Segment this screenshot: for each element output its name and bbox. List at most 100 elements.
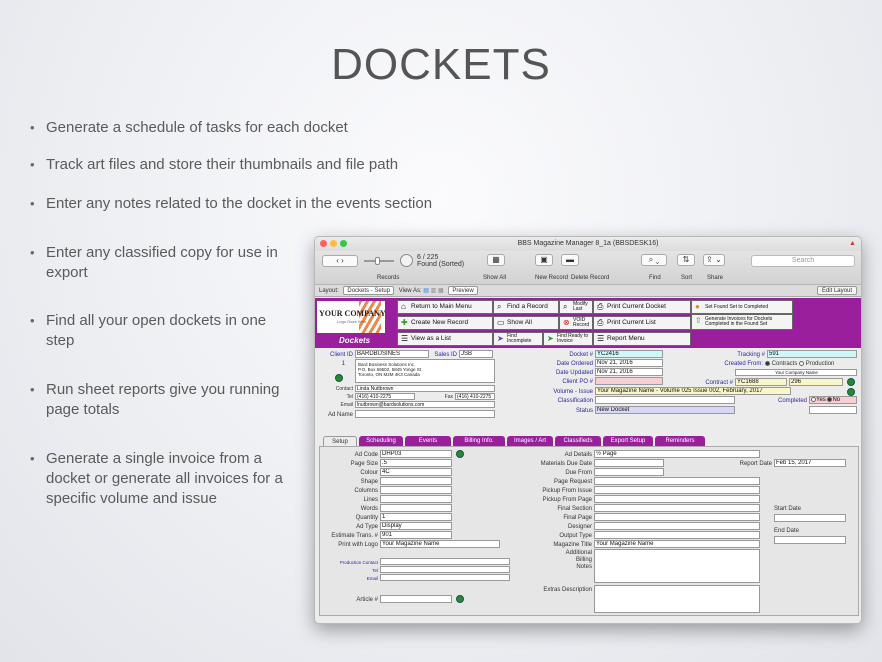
page-size-field[interactable]: .5 <box>380 459 452 467</box>
record-nav-button[interactable]: ‹ › <box>322 255 358 267</box>
production-radio[interactable] <box>799 360 805 366</box>
extras-description-field[interactable] <box>594 585 760 613</box>
date-updated-field[interactable]: Nov 21, 2016 <box>595 368 663 376</box>
tab-setup[interactable]: Setup <box>323 436 357 446</box>
return-main-menu-button[interactable]: ⌂ Return to Main Menu <box>397 300 493 314</box>
due-from-field[interactable] <box>594 468 664 476</box>
company-name-field[interactable]: Your Company Name <box>735 369 857 376</box>
sort-icon[interactable]: ⇅ <box>677 254 695 266</box>
production-contact-field[interactable] <box>380 558 510 565</box>
zoom-button[interactable] <box>340 240 347 247</box>
edit-layout-button[interactable]: Edit Layout <box>816 286 857 295</box>
print-current-docket-button[interactable]: ⎙ Print Current Docket <box>593 300 691 314</box>
status-field[interactable]: New Docket <box>595 406 735 414</box>
create-new-record-button[interactable]: ✚ Create New Record <box>397 316 493 330</box>
slider-knob[interactable] <box>375 257 380 265</box>
sort-label[interactable]: Sort <box>681 275 692 281</box>
new-record-icon[interactable]: ▣ <box>535 254 553 266</box>
report-menu-button[interactable]: ☰ Report Menu <box>593 332 691 346</box>
columns-field[interactable] <box>380 486 452 494</box>
go-article-button[interactable] <box>456 595 464 603</box>
view-form-icon[interactable]: ▤ <box>423 288 429 294</box>
tab-billing-info[interactable]: Billing Info. <box>453 436 505 446</box>
ad-details-field[interactable]: ½ Page <box>594 450 760 458</box>
print-logo-field[interactable]: Your Magazine Name <box>380 540 500 548</box>
final-section-field[interactable] <box>594 504 760 512</box>
lines-field[interactable] <box>380 495 452 503</box>
tab-reminders[interactable]: Reminders <box>655 436 705 446</box>
shape-field[interactable] <box>380 477 452 485</box>
minimize-button[interactable] <box>330 240 337 247</box>
pickup-issue-field[interactable] <box>594 486 760 494</box>
tab-events[interactable]: Events <box>405 436 451 446</box>
materials-due-field[interactable] <box>594 459 664 467</box>
tab-classifieds[interactable]: Classifieds <box>555 436 601 446</box>
client-id-field[interactable]: BARDBUSINES <box>355 350 429 358</box>
completed-field[interactable]: Yes No <box>809 396 857 404</box>
close-button[interactable] <box>320 240 327 247</box>
docket-field[interactable]: YC2416 <box>595 350 663 358</box>
date-ordered-field[interactable]: Nov 21, 2016 <box>595 359 663 367</box>
completed-date-field[interactable] <box>809 406 857 414</box>
tab-scheduling[interactable]: Scheduling <box>359 436 403 446</box>
classification-field[interactable] <box>595 396 735 404</box>
delete-record-label[interactable]: Delete Record <box>571 275 609 281</box>
tab-images-art[interactable]: Images / Art <box>507 436 553 446</box>
additional-billing-notes-field[interactable] <box>594 549 760 583</box>
pickup-page-field[interactable] <box>594 495 760 503</box>
output-type-field[interactable] <box>594 531 760 539</box>
tel-field[interactable]: (416) 410-2275 <box>355 393 415 400</box>
view-list-icon[interactable]: ▥ <box>431 288 437 294</box>
go-ad-code-button[interactable] <box>456 450 464 458</box>
volume-issue-field[interactable]: Your Magazine Name - Volume 025 Issue 00… <box>595 387 791 395</box>
colour-field[interactable]: 4C <box>380 468 452 476</box>
production-tel-field[interactable] <box>380 566 510 573</box>
preview-button[interactable]: Preview <box>448 286 478 295</box>
set-completed-button[interactable]: ● Set Found Set to Completed <box>691 300 793 314</box>
view-as-list-button[interactable]: ☰ View as a List <box>397 332 493 346</box>
tab-export-setup[interactable]: Export Setup <box>603 436 653 446</box>
find-ready-invoice-button[interactable]: ➤ Find Ready to Invoice <box>543 332 593 346</box>
contact-field[interactable]: Linda Nuttbrown <box>355 385 495 392</box>
article-field[interactable] <box>380 595 452 603</box>
fax-field[interactable]: (416) 410-2275 <box>455 393 495 400</box>
find-incomplete-button[interactable]: ➤ Find Incomplete <box>493 332 543 346</box>
page-request-field[interactable] <box>594 477 760 485</box>
modify-last-button[interactable]: ⌕ Modify Last <box>559 300 593 314</box>
ad-name-field[interactable] <box>355 410 495 418</box>
magazine-title-field[interactable]: Your Magazine Name <box>594 540 760 548</box>
client-po-field[interactable] <box>595 377 663 385</box>
print-current-list-button[interactable]: ⎙ Print Current List <box>593 316 691 330</box>
view-table-icon[interactable]: ▦ <box>438 288 444 294</box>
contract-field[interactable]: YC1688 <box>735 378 787 386</box>
ad-code-field[interactable]: DHP03 <box>380 450 452 458</box>
ad-type-field[interactable]: Display <box>380 522 452 530</box>
report-date-field[interactable]: Feb 15, 2017 <box>774 459 846 467</box>
start-date-field[interactable] <box>774 514 846 522</box>
tracking-field[interactable]: 591 <box>767 350 857 358</box>
sales-id-field[interactable]: JSB <box>459 350 493 358</box>
find-icon[interactable]: ⌕ ⌄ <box>641 254 667 266</box>
show-all-button[interactable]: ▭ Show All <box>493 316 559 330</box>
estimate-field[interactable]: 901 <box>380 531 452 539</box>
production-email-field[interactable] <box>380 574 510 581</box>
go-client-button[interactable] <box>335 374 343 382</box>
end-date-field[interactable] <box>774 536 846 544</box>
quantity-field[interactable]: 1 <box>380 513 452 521</box>
contracts-radio[interactable] <box>765 360 770 366</box>
delete-record-icon[interactable]: ▬ <box>561 254 579 266</box>
share-icon[interactable]: ⇪ ⌄ <box>703 254 725 266</box>
layout-select[interactable]: Dockets - Setup <box>343 286 395 295</box>
void-record-button[interactable]: ⊗ VOID Record <box>559 316 593 330</box>
contract-number-field[interactable]: 296 <box>789 378 843 386</box>
words-field[interactable] <box>380 504 452 512</box>
show-all-icon[interactable]: ▦ <box>487 254 505 266</box>
go-volume-button[interactable] <box>847 388 855 396</box>
email-field[interactable]: lnutbrown@bardsolutions.com <box>355 401 495 408</box>
designer-field[interactable] <box>594 522 760 530</box>
show-all-label[interactable]: Show All <box>483 275 506 281</box>
search-input[interactable]: Search <box>751 255 855 267</box>
find-label[interactable]: Find <box>649 275 661 281</box>
share-label[interactable]: Share <box>707 275 723 281</box>
final-page-field[interactable] <box>594 513 760 521</box>
